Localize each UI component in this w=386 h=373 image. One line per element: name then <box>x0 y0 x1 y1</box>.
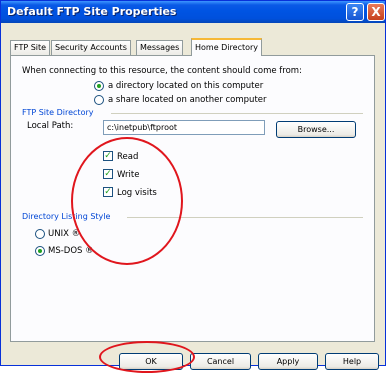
radio-unix-label: UNIX ® <box>48 229 81 239</box>
browse-button[interactable]: Browse... <box>276 121 356 138</box>
tab-home-directory[interactable]: Home Directory <box>191 38 263 56</box>
local-path-label: Local Path: <box>27 121 74 131</box>
checkbox-read[interactable]: ✓ <box>103 151 113 161</box>
radio-ms-dos[interactable] <box>35 246 45 256</box>
local-path-field[interactable]: c:\inetpub\ftproot <box>103 120 265 135</box>
radio-network-share[interactable] <box>94 95 104 105</box>
apply-button[interactable]: Apply <box>258 353 318 370</box>
checkbox-write[interactable]: ✓ <box>103 169 113 179</box>
ftp-site-directory-group-title: FTP Site Directory <box>22 108 94 117</box>
properties-dialog: Default FTP Site Properties ? X FTP Site… <box>0 0 386 370</box>
home-directory-panel: When connecting to this resource, the co… <box>10 55 375 342</box>
title-bar: Default FTP Site Properties ? X <box>1 1 385 23</box>
checkbox-log-visits-label: Log visits <box>117 188 157 198</box>
group-divider <box>111 113 363 114</box>
window-title: Default FTP Site Properties <box>7 5 177 18</box>
cancel-button[interactable]: Cancel <box>190 353 251 370</box>
radio-local-directory[interactable] <box>94 81 104 91</box>
listing-group-divider <box>127 217 363 218</box>
checkbox-log-visits[interactable]: ✓ <box>103 187 113 197</box>
close-button[interactable]: X <box>367 3 385 21</box>
content-source-intro: When connecting to this resource, the co… <box>22 66 302 76</box>
tab-ftp-site[interactable]: FTP Site <box>10 40 51 55</box>
radio-local-directory-label: a directory located on this computer <box>108 81 264 91</box>
radio-unix[interactable] <box>35 229 45 239</box>
help-button[interactable]: Help <box>325 353 379 370</box>
help-title-button[interactable]: ? <box>346 3 364 21</box>
tab-messages[interactable]: Messages <box>136 40 184 55</box>
tab-security-accounts[interactable]: Security Accounts <box>51 40 131 55</box>
checkbox-write-label: Write <box>117 170 140 180</box>
radio-network-share-label: a share located on another computer <box>108 95 267 105</box>
checkbox-read-label: Read <box>117 152 139 162</box>
radio-ms-dos-label: MS-DOS ® <box>48 246 94 256</box>
ok-button[interactable]: OK <box>119 353 183 370</box>
directory-listing-style-group-title: Directory Listing Style <box>22 212 111 221</box>
